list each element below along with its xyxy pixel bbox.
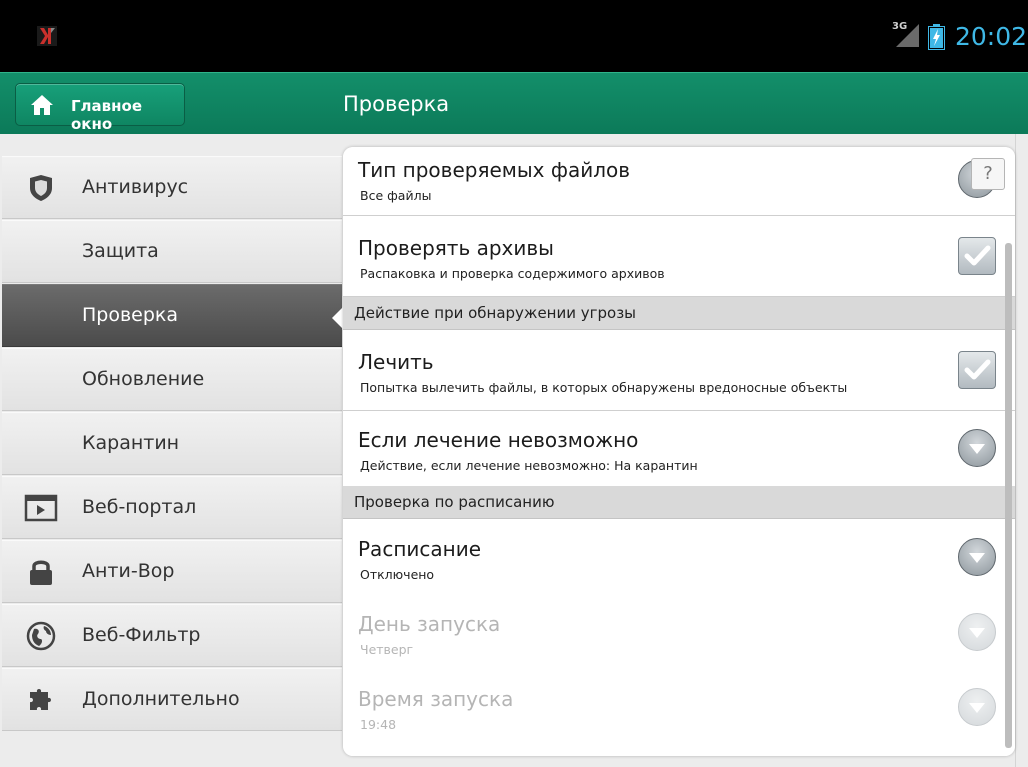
setting-subtitle: Распаковка и проверка содержимого архиво…: [360, 266, 665, 281]
sidebar-item-protection[interactable]: Защита: [2, 220, 342, 283]
web-portal-icon: [24, 494, 58, 522]
sidebar-item-anti-theft[interactable]: Анти-Вор: [2, 540, 342, 603]
sidebar-item-label: Карантин: [82, 432, 180, 454]
sidebar-item-additional[interactable]: Дополнительно: [2, 668, 342, 731]
setting-title: День запуска: [358, 612, 501, 636]
sidebar-item-scan[interactable]: Проверка: [2, 284, 342, 347]
sidebar-item-label: Веб-портал: [82, 496, 197, 518]
sidebar-item-label: Веб-Фильтр: [82, 624, 201, 646]
sidebar-item-label: Проверка: [82, 304, 179, 326]
setting-title: Если лечение невозможно: [358, 428, 639, 452]
sidebar-item-web-filter[interactable]: Веб-Фильтр: [2, 604, 342, 667]
setting-subtitle: Действие, если лечение невозможно: На ка…: [360, 458, 698, 473]
setting-subtitle: Четверг: [360, 642, 414, 657]
sidebar-item-label: Обновление: [82, 368, 205, 390]
setting-title: Время запуска: [358, 687, 514, 711]
check-archives-checkbox[interactable]: [958, 237, 996, 275]
sidebar-item-label: Анти-Вор: [82, 560, 175, 582]
page-title: Проверка: [343, 92, 450, 116]
sidebar-item-update[interactable]: Обновление: [2, 348, 342, 411]
setting-file-types[interactable]: Тип проверяемых файлов Все файлы ?: [343, 147, 1015, 216]
scrollbar[interactable]: [1005, 243, 1012, 748]
section-header-threat-action: Действие при обнаружении угрозы: [343, 297, 1015, 330]
chevron-down-icon: [969, 553, 985, 563]
start-time-dropdown-button: [958, 688, 996, 726]
puzzle-icon: [30, 689, 51, 710]
sidebar: Антивирус Защита Проверка Обновление Кар…: [2, 151, 344, 767]
chevron-down-icon: [969, 628, 985, 638]
setting-subtitle: Попытка вылечить файлы, в которых обнару…: [360, 380, 848, 395]
sidebar-item-label: Дополнительно: [82, 688, 240, 710]
sidebar-item-label: Защита: [82, 240, 159, 262]
setting-title: Лечить: [358, 350, 434, 374]
sidebar-item-label: Антивирус: [82, 176, 189, 198]
section-header-schedule: Проверка по расписанию: [343, 486, 1015, 519]
shield-icon: [30, 175, 52, 201]
network-type-label: 3G: [892, 21, 908, 32]
section-header-label: Проверка по расписанию: [354, 493, 555, 511]
cure-impossible-dropdown-button[interactable]: [958, 429, 996, 467]
battery-charging-icon: [928, 24, 945, 50]
chevron-down-icon: [969, 444, 985, 454]
setting-schedule[interactable]: Расписание Отключено: [343, 519, 1015, 601]
setting-subtitle: Отключено: [360, 567, 435, 582]
section-header-label: Действие при обнаружении угрозы: [354, 304, 637, 322]
kaspersky-notification-icon: [37, 26, 57, 46]
home-icon: [31, 95, 53, 115]
setting-subtitle: 19:48: [360, 717, 397, 732]
setting-title: Проверять архивы: [358, 236, 554, 260]
chevron-down-icon: [969, 703, 985, 713]
main-window-button-label: Главное окно: [71, 97, 143, 133]
setting-title: Расписание: [358, 537, 482, 561]
right-edge: [1015, 134, 1028, 767]
app-header: Главное окно Проверка: [0, 72, 1028, 134]
checkmark-icon: [964, 359, 991, 380]
start-day-dropdown-button: [958, 613, 996, 651]
setting-cure[interactable]: Лечить Попытка вылечить файлы, в которых…: [343, 330, 1015, 411]
settings-panel: Тип проверяемых файлов Все файлы ? Прове…: [343, 147, 1015, 756]
status-bar: 3G 20:02: [0, 0, 1028, 72]
setting-check-archives[interactable]: Проверять архивы Распаковка и проверка с…: [343, 216, 1015, 297]
help-button[interactable]: ?: [971, 158, 1005, 190]
checkmark-icon: [964, 245, 991, 266]
main-window-button[interactable]: Главное окно: [15, 83, 185, 133]
setting-title: Тип проверяемых файлов: [358, 158, 631, 182]
setting-start-day: День запуска Четверг: [343, 601, 1015, 676]
lock-icon: [30, 560, 52, 585]
clock: 20:02: [955, 22, 1028, 51]
globe-icon: [26, 621, 56, 651]
schedule-dropdown-button[interactable]: [958, 538, 996, 576]
cure-checkbox[interactable]: [958, 351, 996, 389]
setting-start-time: Время запуска 19:48: [343, 676, 1015, 756]
setting-cure-impossible[interactable]: Если лечение невозможно Действие, если л…: [343, 411, 1015, 487]
sidebar-item-web-portal[interactable]: Веб-портал: [2, 476, 342, 539]
setting-subtitle: Все файлы: [360, 188, 432, 203]
sidebar-item-antivirus[interactable]: Антивирус: [2, 156, 342, 219]
sidebar-item-quarantine[interactable]: Карантин: [2, 412, 342, 475]
